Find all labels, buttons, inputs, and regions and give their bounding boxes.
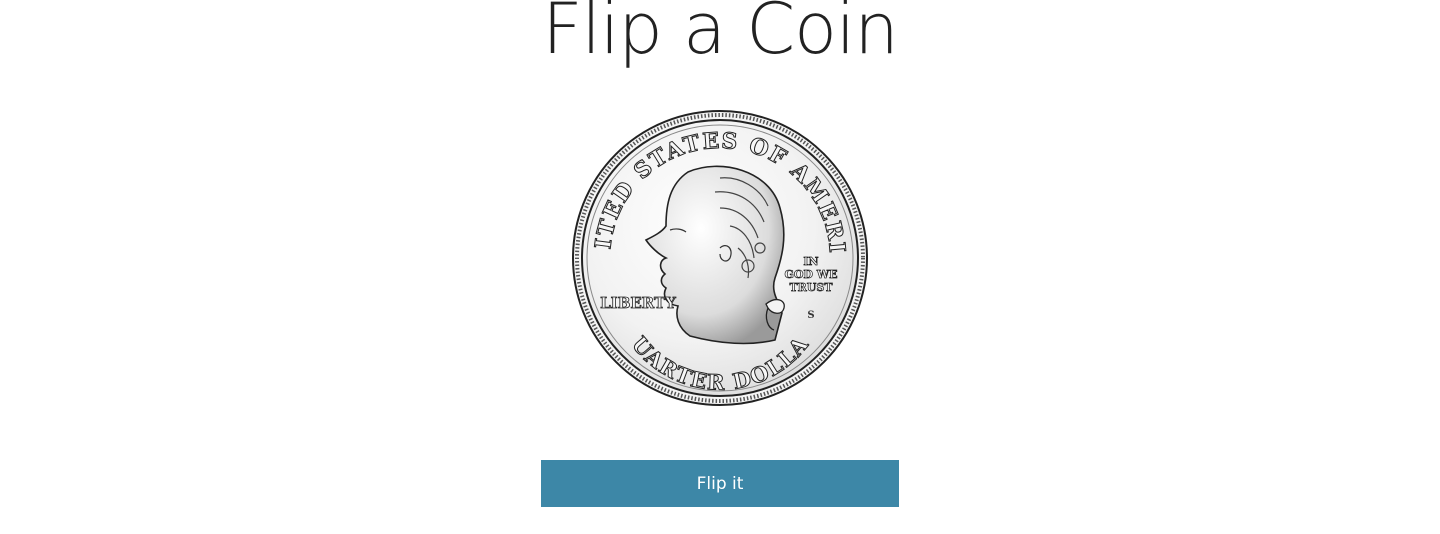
flip-button[interactable]: Flip it bbox=[541, 460, 899, 507]
coin-motto-line2: GOD WE bbox=[784, 268, 837, 281]
coin-motto-line1: IN bbox=[803, 255, 818, 268]
coin-liberty: LIBERTY bbox=[600, 294, 676, 312]
coin-motto-line3: TRUST bbox=[789, 281, 833, 294]
page-title: Flip a Coin bbox=[542, 0, 899, 70]
coin-mint-mark: S bbox=[807, 310, 814, 321]
quarter-dollar-coin-icon: UNITED STATES OF AMERICA QUARTER DOLLAR … bbox=[570, 108, 868, 406]
coin-image: UNITED STATES OF AMERICA QUARTER DOLLAR … bbox=[570, 108, 870, 408]
